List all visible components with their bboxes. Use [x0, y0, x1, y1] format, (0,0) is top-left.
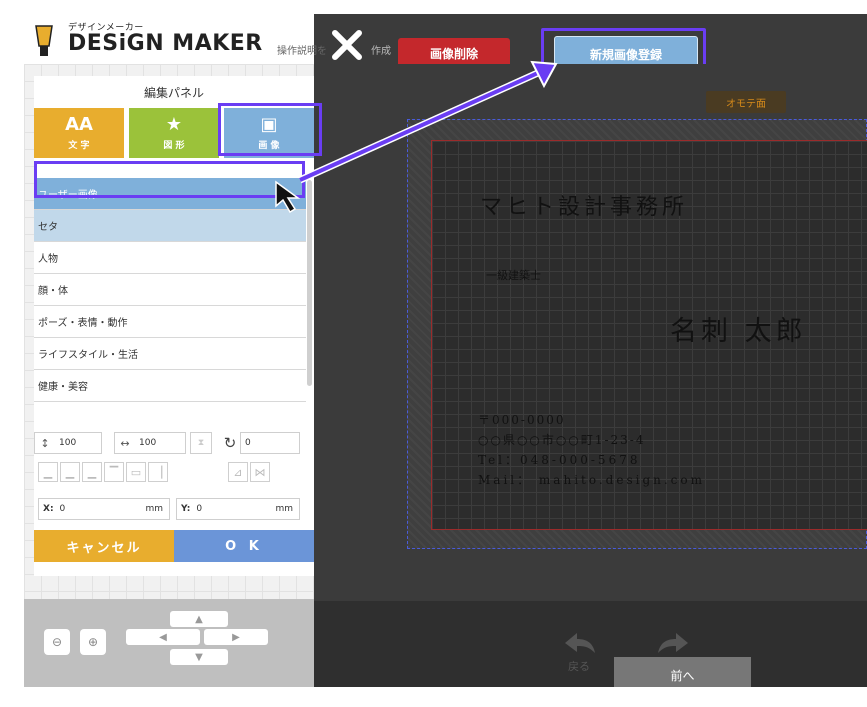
ok-button[interactable]: O K	[174, 530, 314, 562]
y-value: 0	[196, 504, 203, 514]
lock-ratio-button[interactable]: ⧗	[190, 432, 212, 454]
logo: デザインメーカー DESiGN MAKER	[32, 18, 272, 62]
highlight-box-category	[34, 161, 305, 198]
zoom-in-icon[interactable]: ⊕	[80, 629, 106, 655]
card-company[interactable]: マヒト設計事務所	[480, 189, 688, 221]
card-mail[interactable]: Mail： mahito.design.com	[478, 471, 705, 488]
align-bottom-left-icon[interactable]: ▁	[38, 462, 58, 482]
width-value: 100	[139, 438, 157, 448]
x-value: 0	[59, 504, 66, 514]
align-top-icon[interactable]: ▔	[104, 462, 124, 482]
category-item-face-body[interactable]: 顔・体	[34, 274, 306, 306]
canvas-workspace: オモテ面 マヒト設計事務所 一級建築士 名刺 太郎 〒000-0000 ○○県○…	[314, 64, 867, 601]
design-maker-app: デザインメーカー DESiGN MAKER 操作説明を 作成 画像削除 新規画像…	[24, 14, 867, 687]
rotate-icon: ↻	[223, 434, 237, 452]
y-label: Y:	[181, 504, 191, 514]
height-field[interactable]: ↕ 100	[34, 432, 102, 454]
close-icon[interactable]	[330, 28, 364, 62]
header: デザインメーカー DESiGN MAKER 操作説明を 作成 画像削除 新規画像…	[24, 14, 867, 76]
logo-text: DESiGN MAKER	[68, 31, 263, 56]
undo-icon	[565, 633, 595, 653]
tab-shape[interactable]: ★ 図 形	[129, 108, 219, 158]
align-bottom-right-icon[interactable]: ▁	[82, 462, 102, 482]
star-icon: ★	[165, 114, 183, 135]
card-postal[interactable]: 〒000-0000	[478, 411, 566, 428]
zoom-out-icon[interactable]: ⊖	[44, 629, 70, 655]
tab-text-label: 文 字	[68, 141, 90, 151]
rotate-value: 0	[240, 432, 300, 454]
align-middle-icon[interactable]: ▭	[126, 462, 146, 482]
width-field[interactable]: ↔ 100	[114, 432, 186, 454]
undo-button[interactable]: 戻る	[559, 629, 599, 674]
move-right-icon[interactable]: ▶	[204, 629, 268, 645]
logo-icon	[35, 25, 53, 56]
move-up-icon[interactable]: ▲	[170, 611, 228, 627]
align-toolbar: ▁ ▁ ▁ ▔ ▭ ▕	[38, 462, 168, 482]
category-scrollbar[interactable]	[307, 180, 312, 386]
redo-icon	[658, 633, 688, 653]
navigation-controls: ⊖ ⊕ ▲ ◀ ▶ ▼	[24, 599, 314, 687]
y-unit: mm	[275, 504, 293, 514]
flip-toolbar: ⊿ ⋈	[228, 462, 270, 482]
rotate-field[interactable]: ↻ 0	[220, 432, 310, 454]
tab-text[interactable]: AA 文 字	[34, 108, 124, 158]
undo-label: 戻る	[568, 660, 590, 673]
highlight-box-image-tab	[218, 103, 322, 156]
left-panel: 編集パネル AA 文 字 ★ 図 形 ▣ 画 像 ユーザー画像 セタ 人物 顔・…	[24, 64, 314, 687]
category-item-pose[interactable]: ポーズ・表情・動作	[34, 306, 306, 338]
redo-button[interactable]	[654, 629, 694, 658]
card-address[interactable]: ○○県○○市○○町1-23-4	[478, 431, 645, 448]
card-title[interactable]: 一級建築士	[486, 267, 541, 283]
category-list: ユーザー画像 セタ 人物 顔・体 ポーズ・表情・動作 ライフスタイル・生活 健康…	[34, 178, 306, 436]
tab-shape-label: 図 形	[163, 141, 185, 151]
link-icon: ⧗	[197, 438, 205, 448]
text-icon: AA	[65, 114, 93, 135]
width-icon: ↔	[120, 436, 130, 450]
bottom-bar: 戻る 前へ	[314, 601, 867, 687]
y-position-field[interactable]: Y: 0 mm	[176, 498, 300, 520]
category-item-health[interactable]: 健康・美容	[34, 370, 306, 402]
x-unit: mm	[145, 504, 163, 514]
cancel-button[interactable]: キャンセル	[34, 530, 174, 562]
category-item-lifestyle[interactable]: ライフスタイル・生活	[34, 338, 306, 370]
x-position-field[interactable]: X: 0 mm	[38, 498, 170, 520]
category-item-seta[interactable]: セタ	[34, 210, 306, 242]
height-icon: ↕	[40, 436, 50, 450]
flip-horizontal-icon[interactable]: ⋈	[250, 462, 270, 482]
business-card[interactable]: マヒト設計事務所 一級建築士 名刺 太郎 〒000-0000 ○○県○○市○○町…	[431, 140, 867, 530]
previous-button[interactable]: 前へ	[614, 657, 751, 687]
card-bleed-area: マヒト設計事務所 一級建築士 名刺 太郎 〒000-0000 ○○県○○市○○町…	[407, 119, 867, 549]
x-label: X:	[43, 504, 54, 514]
category-item-people[interactable]: 人物	[34, 242, 306, 274]
height-value: 100	[59, 438, 77, 448]
card-name[interactable]: 名刺 太郎	[670, 309, 807, 348]
move-left-icon[interactable]: ◀	[126, 629, 200, 645]
flip-vertical-icon[interactable]: ⊿	[228, 462, 248, 482]
align-right-icon[interactable]: ▕	[148, 462, 168, 482]
header-description-2: 作成	[371, 46, 391, 57]
card-tel[interactable]: Tel：048-000-5678	[478, 451, 640, 468]
front-side-badge[interactable]: オモテ面	[706, 91, 786, 113]
move-down-icon[interactable]: ▼	[170, 649, 228, 665]
align-bottom-center-icon[interactable]: ▁	[60, 462, 80, 482]
header-description: 操作説明を	[277, 46, 327, 57]
